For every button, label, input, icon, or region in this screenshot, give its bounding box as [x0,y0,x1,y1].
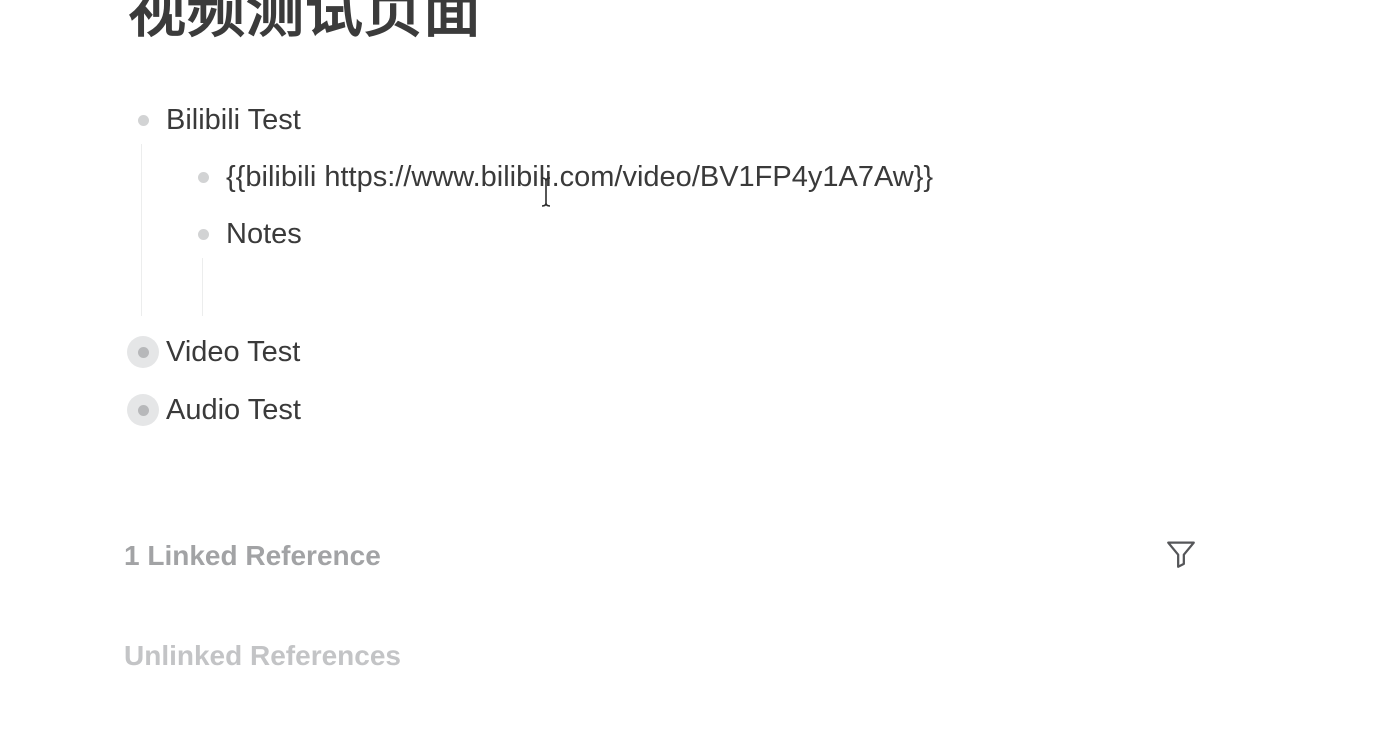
block-bilibili-test: Bilibili Test [127,100,301,140]
block-notes: Notes [187,214,302,254]
filter-button[interactable] [1162,534,1200,574]
unlinked-references-header[interactable]: Unlinked References [124,640,401,672]
block-content[interactable]: {{bilibili https://www.bilibili.com/vide… [226,157,933,197]
collapsed-block-bullet[interactable] [127,394,159,426]
block-content[interactable]: Video Test [166,332,300,372]
children-guide-line [141,144,142,316]
block-audio-test: Audio Test [127,390,301,430]
block-bilibili-embed: {{bilibili https://www.bilibili.com/vide… [187,157,933,197]
page-container: 视频测试页面 Bilibili Test {{bilibili https://… [0,0,1396,744]
block-bullet[interactable] [187,161,219,193]
block-bullet[interactable] [127,104,159,136]
block-content[interactable]: Bilibili Test [166,100,301,140]
block-content[interactable]: Audio Test [166,390,301,430]
block-video-test: Video Test [127,332,300,372]
filter-icon [1167,541,1195,568]
linked-references-header[interactable]: 1 Linked Reference [124,540,381,572]
collapsed-block-bullet[interactable] [127,336,159,368]
block-content[interactable]: Notes [226,214,302,254]
page-title[interactable]: 视频测试页面 [128,0,482,44]
children-guide-line [202,258,203,316]
block-bullet[interactable] [187,218,219,250]
